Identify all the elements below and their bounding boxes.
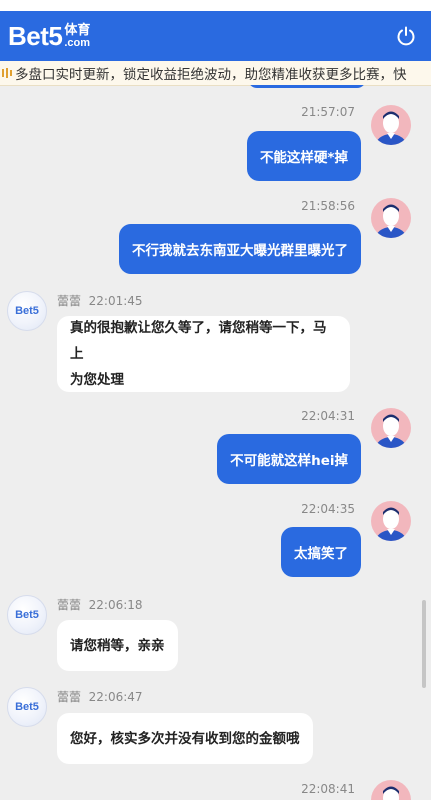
logo-main-text: Bet5: [8, 20, 63, 51]
agent-name: 蕾蕾: [57, 294, 82, 308]
announcement-marquee: 多盘口实时更新，锁定收益拒绝波动，助您精准收获更多比赛，快: [0, 61, 431, 86]
chat-feed[interactable]: 21:57:07 不能这样硬*掉 21:58:56 不行我就去东南亚大曝光群里曝…: [0, 85, 431, 800]
status-strip: [0, 0, 431, 11]
app-header: Bet5 体育 .com: [0, 11, 431, 61]
user-message-bubble: 不可能就这样hei掉: [217, 434, 361, 484]
logo-com-text: .com: [64, 36, 91, 49]
agent-avatar: Bet5: [7, 687, 47, 727]
agent-meta: 蕾蕾 22:01:45: [57, 292, 143, 309]
message-time: 22:01:45: [88, 294, 143, 308]
user-avatar: [371, 105, 411, 145]
message-time: 22:04:31: [301, 409, 355, 423]
agent-meta: 蕾蕾 22:06:18: [57, 596, 143, 613]
message-time: 22:06:47: [88, 690, 143, 704]
logo-cn-text: 体育: [64, 22, 91, 38]
chat-scrollbar[interactable]: [422, 600, 426, 688]
user-message-bubble-cut: [248, 85, 366, 88]
message-time: 22:06:18: [88, 598, 143, 612]
announcement-icon: [2, 68, 12, 78]
power-icon[interactable]: [395, 25, 417, 47]
message-time: 21:57:07: [301, 105, 355, 119]
bet5-logo: Bet5 体育 .com: [8, 21, 90, 52]
agent-name: 蕾蕾: [57, 598, 82, 612]
user-message-bubble: 不能这样硬*掉: [246, 131, 361, 181]
agent-meta: 蕾蕾 22:06:47: [57, 688, 143, 705]
user-message-bubble: 太搞笑了: [281, 527, 361, 577]
user-avatar: [371, 501, 411, 541]
agent-name: 蕾蕾: [57, 690, 82, 704]
agent-message-line: 为您处理: [70, 372, 124, 388]
agent-message-line: 真的很抱歉让您久等了，请您稍等一下，马上: [70, 320, 327, 362]
message-time: 22:08:41: [301, 782, 355, 796]
message-time: 21:58:56: [301, 199, 355, 213]
user-avatar: [371, 408, 411, 448]
agent-message-bubble: 真的很抱歉让您久等了，请您稍等一下，马上 为您处理: [57, 316, 350, 392]
announcement-text: 多盘口实时更新，锁定收益拒绝波动，助您精准收获更多比赛，快: [15, 67, 407, 83]
agent-message-line: 您好，核实多次并没有收到您的金额哦: [70, 730, 300, 747]
agent-avatar: Bet5: [7, 291, 47, 331]
user-avatar: [371, 198, 411, 238]
user-message-bubble: 不行我就去东南亚大曝光群里曝光了: [119, 224, 361, 274]
agent-message-bubble: 您好，核实多次并没有收到您的金额哦: [57, 713, 313, 764]
agent-avatar: Bet5: [7, 595, 47, 635]
user-avatar: [371, 780, 411, 800]
agent-message-bubble: 请您稍等，亲亲: [57, 620, 178, 671]
message-time: 22:04:35: [301, 502, 355, 516]
agent-message-line: 请您稍等，亲亲: [70, 637, 165, 654]
